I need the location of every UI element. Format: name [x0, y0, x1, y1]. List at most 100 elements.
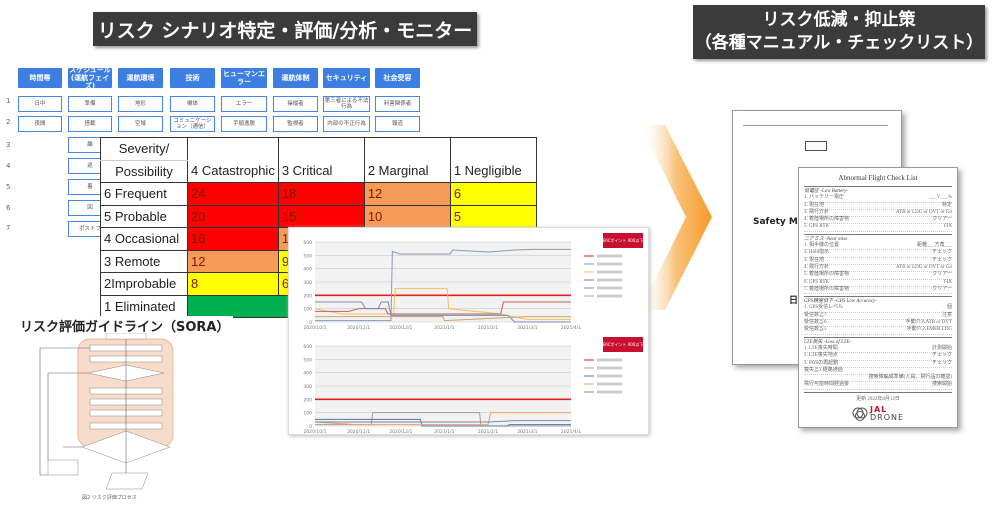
- checklist-item-value: FIX: [943, 279, 952, 285]
- risk-score-cell: 18: [277, 182, 365, 206]
- scenario-cell[interactable]: 空域: [118, 116, 163, 132]
- row-label: 3 Remote: [100, 249, 188, 273]
- checklist-item-value: チェック: [931, 257, 952, 263]
- row-number: 7: [6, 224, 11, 232]
- category-header[interactable]: 技術: [170, 68, 215, 88]
- scenario-cell[interactable]: 夜間: [18, 116, 62, 132]
- scenario-cell[interactable]: 地形: [118, 96, 163, 112]
- x-tick-label: 2021/3/1: [517, 429, 537, 435]
- scenario-cell[interactable]: コミュニケーション（通信）: [170, 116, 215, 132]
- checklist-item: 飛行可能時間経過後 捜索開始: [804, 382, 952, 390]
- checklist-item-label: 5. 着陸場所の障害物: [804, 272, 850, 278]
- confidential-stamp: [805, 141, 827, 151]
- checklist-item: 6. GPS RTK FIX: [804, 280, 952, 287]
- category-header[interactable]: 社会受容: [375, 68, 420, 88]
- legend-label: [597, 262, 622, 266]
- checklist-item: 受信数≦5 手動介入EMER LDG: [804, 327, 952, 335]
- x-tick-label: 2020/11/1: [347, 429, 370, 435]
- section-divider: [804, 233, 952, 235]
- risk-score-cell: 5: [449, 204, 537, 228]
- scenario-cell[interactable]: 報道: [375, 116, 420, 132]
- category-header[interactable]: ヒューマンエラー: [221, 68, 267, 88]
- checklist-item: 7. 着陸場所の障害物 クリアー: [804, 287, 952, 295]
- logo-text-drone: DRONE: [869, 412, 905, 422]
- erc-charts-panel: 0 100 200 300 400 500 600 2020/10/1 2020/11/1 202…: [288, 227, 649, 435]
- category-header[interactable]: 運航環境: [118, 68, 163, 88]
- checklist-item-label: 1. バッテリー電圧: [804, 195, 845, 201]
- scenario-cell[interactable]: 利害関係者: [375, 96, 420, 112]
- risk-score-cell: 6: [449, 182, 537, 206]
- scenario-cell[interactable]: 手順逸脱: [221, 116, 267, 132]
- column-header: 3 Critical: [281, 163, 333, 178]
- risk-row: 5 Probable 20 15 10 5: [100, 204, 537, 228]
- checklist-item-value: 特定: [941, 202, 952, 208]
- scenario-cell[interactable]: 操縦者: [273, 96, 318, 112]
- checklist-item: 5. 着陸場所の障害物 クリアー: [804, 272, 952, 280]
- y-tick-label: 300: [303, 384, 312, 390]
- row-label: 1 Eliminated: [100, 294, 188, 318]
- x-tick-label: 2021/1/1: [434, 325, 454, 331]
- risk-score-cell: 16: [187, 227, 279, 251]
- checklist-item-value: チェック: [931, 353, 952, 359]
- checklist-item-label: 4. 着陸場所の障害物: [804, 217, 850, 223]
- scenario-cell[interactable]: 内部の不正行為: [323, 116, 370, 132]
- risk-row: 6 Frequent 24 18 12 6: [100, 182, 537, 206]
- erc-badge-text: ERCポイント 900以下: [603, 237, 644, 243]
- sora-caption: 図2 リスク評価プロセス: [82, 495, 137, 501]
- category-header[interactable]: セキュリティ: [323, 68, 370, 88]
- scenario-cell[interactable]: 準備: [68, 96, 112, 112]
- checklist-item: 5. GPS RTK FIX: [804, 224, 952, 232]
- column-header-spacer: 3 Critical: [277, 137, 365, 183]
- checklist-item-value: FIX: [943, 224, 952, 230]
- risk-score-cell: 12: [363, 182, 451, 206]
- row-label: 2Improbable: [100, 272, 188, 296]
- section-divider: [804, 336, 952, 338]
- checklist-item-label: 1. GPS受信レベル: [804, 305, 844, 311]
- manual-title-partial: Safety Ma: [753, 217, 804, 227]
- legend-label: [597, 374, 622, 378]
- checklist-item: 1. GPS受信レベル 個: [804, 305, 952, 313]
- scenario-cell[interactable]: エラー: [221, 96, 267, 112]
- y-tick-label: 500: [303, 253, 312, 259]
- scenario-cell[interactable]: 監視者: [273, 116, 318, 132]
- right-title-line2: （各種マニュアル・チェックリスト）: [694, 33, 984, 53]
- legend-label: [597, 382, 622, 386]
- legend-label: [597, 286, 622, 290]
- checklist-item-value: クリアー: [932, 217, 952, 223]
- checklist-item-value: 注意: [941, 312, 952, 318]
- x-tick-label: 2021/4/1: [561, 429, 581, 435]
- checklist-item-value: ___V___%: [929, 195, 952, 201]
- checklist-item-label: 1. 相手機の位置: [804, 243, 840, 249]
- checklist-item-value: 計測開始: [931, 345, 952, 351]
- y-tick-label: 300: [303, 280, 312, 286]
- left-section-title: リスク シナリオ特定・評価/分析・モニター: [93, 12, 477, 46]
- scenario-cell[interactable]: 機体: [170, 96, 215, 112]
- risk-score-cell: 8: [187, 272, 279, 296]
- scenario-cell[interactable]: 第三者による不法行為: [323, 96, 370, 112]
- scenario-cell[interactable]: 搭載: [68, 116, 112, 132]
- x-tick-label: 2021/3/1: [517, 325, 537, 331]
- legend-label: [597, 358, 622, 362]
- row-number: 5: [6, 183, 11, 191]
- checklist-item-label: 1. LTE喪失時間: [804, 345, 838, 351]
- checklist-item: 3. 現在地 チェック: [804, 258, 952, 265]
- y-tick-label: 200: [303, 293, 312, 299]
- row-label: 6 Frequent: [100, 182, 188, 206]
- category-header[interactable]: スケジュール (運航フェイズ): [68, 66, 112, 90]
- checklist-item-label: 受信数≦5: [804, 327, 827, 333]
- y-tick-label: 600: [303, 240, 312, 246]
- column-header: 2 Marginal: [367, 163, 429, 178]
- checklist-item-value: 捜索隊編成準備(人員、飛行品の確認): [868, 375, 952, 381]
- row-number: 6: [6, 204, 11, 212]
- checklist-item-label: 3. POSの再起動: [804, 360, 839, 366]
- section-divider: [804, 186, 952, 187]
- row-label: 4 Occasional: [100, 227, 188, 251]
- category-header[interactable]: 運航体制: [273, 68, 318, 88]
- y-tick-label: 400: [303, 371, 312, 377]
- scenario-cell[interactable]: 日中: [18, 96, 62, 112]
- right-title-line1: リスク低減・抑止策: [762, 10, 916, 30]
- category-header[interactable]: 時間帯: [18, 68, 62, 88]
- column-header: 1 Negligible: [453, 163, 522, 178]
- x-tick-label: 2021/4/1: [561, 325, 581, 331]
- checklist-item-label: 6. GPS RTK: [804, 279, 830, 285]
